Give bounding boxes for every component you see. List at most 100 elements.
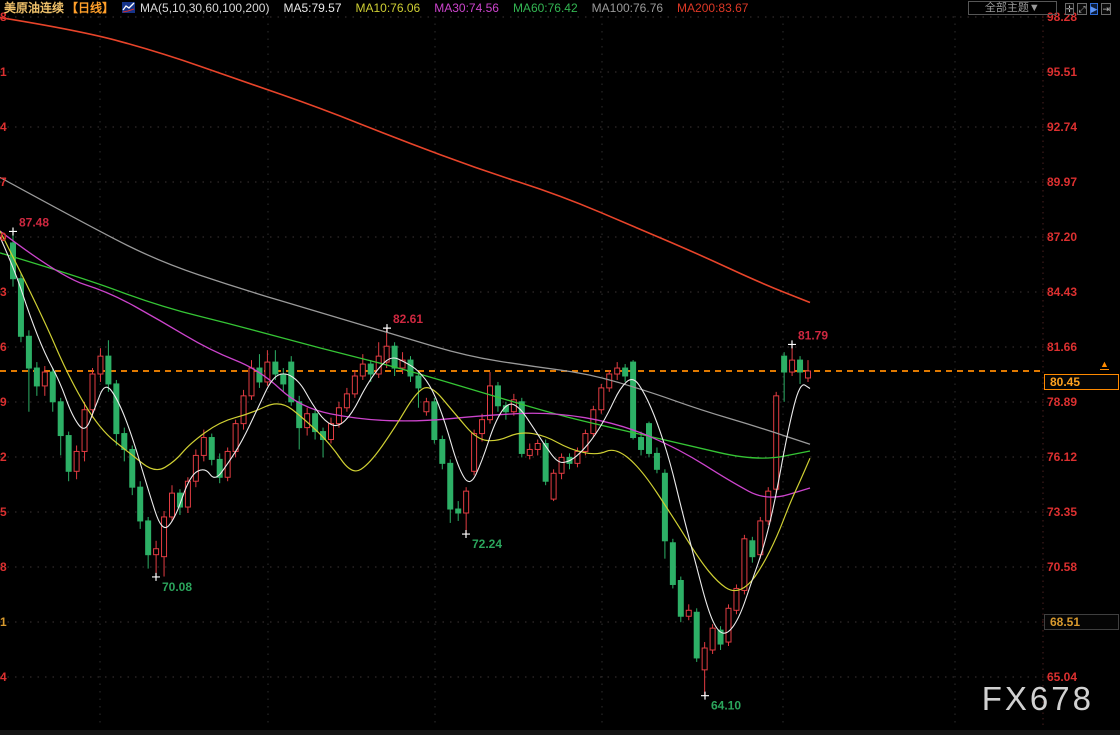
price-tick-label: 92.74: [1047, 120, 1117, 134]
left-axis-digit: 2: [0, 450, 14, 464]
pivot-low-label: 64.10: [711, 699, 741, 713]
candle: [329, 418, 334, 444]
chart-window: 87.48 82.61 81.79 70.08 72.24 64.10 美原油连续 【日线…: [0, 0, 1120, 735]
candle: [798, 356, 803, 384]
price-tick-label: 95.51: [1047, 65, 1117, 79]
candle: [790, 344, 795, 376]
ma-line-MA60: [0, 253, 810, 458]
candle: [527, 443, 532, 459]
candle: [480, 414, 485, 442]
ma-readout: MA10:76.06: [356, 1, 421, 15]
candle: [519, 398, 524, 458]
candle: [265, 350, 270, 386]
price-tick-label: 81.66: [1047, 340, 1117, 354]
candle: [193, 449, 198, 487]
candle: [106, 340, 111, 392]
candle: [146, 517, 151, 569]
candle: [66, 432, 71, 482]
candle: [241, 390, 246, 430]
price-tick-label: 76.12: [1047, 450, 1117, 464]
candle: [82, 402, 87, 462]
left-axis-digit: 4: [0, 120, 14, 134]
left-axis-digit: 9: [0, 395, 14, 409]
price-tick-label: 84.43: [1047, 285, 1117, 299]
ma-readout: MA60:76.42: [513, 1, 578, 15]
candle: [424, 398, 429, 416]
price-tick-label: 73.35: [1047, 505, 1117, 519]
left-axis-digit: 0: [0, 230, 14, 244]
candle: [321, 428, 326, 458]
candle: [670, 539, 675, 589]
candle: [114, 380, 119, 446]
candle: [806, 360, 811, 382]
top-bar: 美原油连续 【日线】 MA(5,10,30,60,100,200) MA5:79…: [0, 0, 1120, 15]
price-tick-label: 70.58: [1047, 560, 1117, 574]
left-axis-digit: 6: [0, 340, 14, 354]
candle: [726, 604, 731, 646]
ma-readouts: MA5:79.57 MA10:76.06 MA30:74.56 MA60:76.42 M…: [269, 1, 748, 15]
candle: [74, 445, 79, 479]
ma-line-MA200: [0, 18, 810, 303]
price-up-arrow-icon: ▲: [1100, 359, 1109, 370]
candle: [122, 428, 127, 462]
candle: [170, 485, 175, 521]
pivot-low-label: 70.08: [162, 580, 192, 594]
candle: [313, 410, 318, 440]
candle: [408, 356, 413, 382]
price-tick-label: 65.04: [1047, 670, 1117, 684]
candle: [448, 459, 453, 523]
candle: [710, 624, 715, 654]
candle: [678, 577, 683, 623]
candle: [647, 422, 652, 458]
bottom-scrollbar[interactable]: [0, 730, 1120, 735]
pivot-high-label: 87.48: [19, 215, 49, 229]
export-right-icon[interactable]: ⇥: [1101, 3, 1111, 15]
candle: [376, 342, 381, 378]
ma-line-MA100: [0, 177, 810, 444]
line-chart-icon[interactable]: [122, 2, 135, 13]
price-tick-label: 89.97: [1047, 175, 1117, 189]
candle: [58, 398, 63, 456]
candle: [535, 440, 540, 456]
candle: [583, 430, 588, 456]
candle: [217, 453, 222, 483]
theme-dropdown[interactable]: 全部主题▼: [968, 1, 1057, 15]
ma-readout: MA200:83.67: [677, 1, 748, 15]
pivot-low-label: 72.24: [472, 537, 502, 551]
candle: [154, 541, 159, 577]
current-price-box: 80.45: [1044, 374, 1119, 390]
crosshair-icon[interactable]: ✛: [1065, 3, 1075, 15]
candle: [702, 642, 707, 696]
candle: [654, 447, 659, 473]
candlestick-chart-area[interactable]: 87.48 82.61 81.79 70.08 72.24 64.10: [0, 0, 1120, 735]
candle: [177, 489, 182, 515]
candle: [750, 537, 755, 563]
candle: [503, 402, 508, 420]
candle: [559, 453, 564, 479]
left-axis-digit: 3: [0, 285, 14, 299]
range-select-icon[interactable]: ⤢: [1077, 3, 1086, 15]
candle: [281, 368, 286, 392]
price-tick-label: 87.20: [1047, 230, 1117, 244]
candle: [352, 370, 357, 398]
candle: [464, 487, 469, 534]
candle: [591, 406, 596, 438]
period-label[interactable]: 【日线】: [66, 1, 114, 15]
ma-readout: MA5:79.57: [283, 1, 341, 15]
candle: [694, 608, 699, 662]
candle: [344, 388, 349, 412]
pivot-high-label: 82.61: [393, 312, 423, 326]
pivot-high-label: 81.79: [798, 328, 828, 342]
watermark: FX678: [982, 680, 1094, 718]
play-forward-icon[interactable]: ▶: [1090, 3, 1099, 15]
instrument-name[interactable]: 美原油连续: [4, 1, 64, 15]
candle: [686, 604, 691, 620]
ma-readout: MA30:74.56: [434, 1, 499, 15]
pivot-cross-icon: [788, 340, 796, 348]
left-axis-digit: 1: [0, 65, 14, 79]
candle: [456, 501, 461, 521]
left-axis-digit: 5: [0, 505, 14, 519]
candle: [631, 360, 636, 439]
left-axis-digit: 1: [0, 615, 14, 629]
candle: [98, 348, 103, 382]
